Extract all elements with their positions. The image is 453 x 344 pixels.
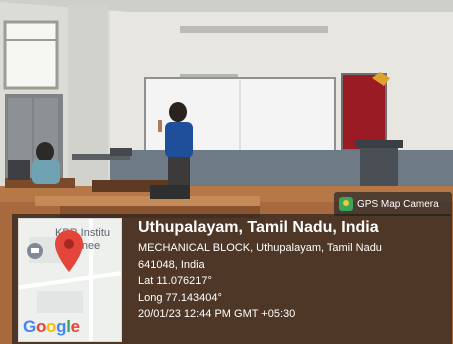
gps-map-camera-icon [339, 197, 353, 211]
latitude: Lat 11.076217° [138, 275, 212, 287]
camera-badge-label: GPS Map Camera [357, 198, 439, 210]
gps-map-camera-badge: GPS Map Camera [334, 192, 452, 216]
google-logo-letter: e [70, 317, 80, 336]
address-line-1: MECHANICAL BLOCK, Uthupalayam, Tamil Nad… [138, 242, 382, 254]
google-logo-letter: o [46, 317, 57, 336]
location-info: Uthupalayam, Tamil Nadu, India MECHANICA… [138, 218, 382, 323]
map-thumbnail: KPR Institu o ginee Google [18, 218, 122, 342]
google-logo-letter: G [23, 317, 36, 336]
google-logo-text: Google [23, 317, 80, 336]
graduation-cap-icon [27, 243, 43, 259]
timestamp: 20/01/23 12:44 PM GMT +05:30 [138, 308, 296, 320]
location-title: Uthupalayam, Tamil Nadu, India [138, 219, 379, 236]
location-pin-icon [55, 230, 83, 272]
longitude: Long 77.143404° [138, 291, 222, 304]
google-logo-letter: o [35, 317, 47, 336]
address-line-2: 641048, India [138, 258, 205, 271]
google-logo: Google [23, 317, 80, 337]
google-logo-letter: g [56, 317, 67, 336]
